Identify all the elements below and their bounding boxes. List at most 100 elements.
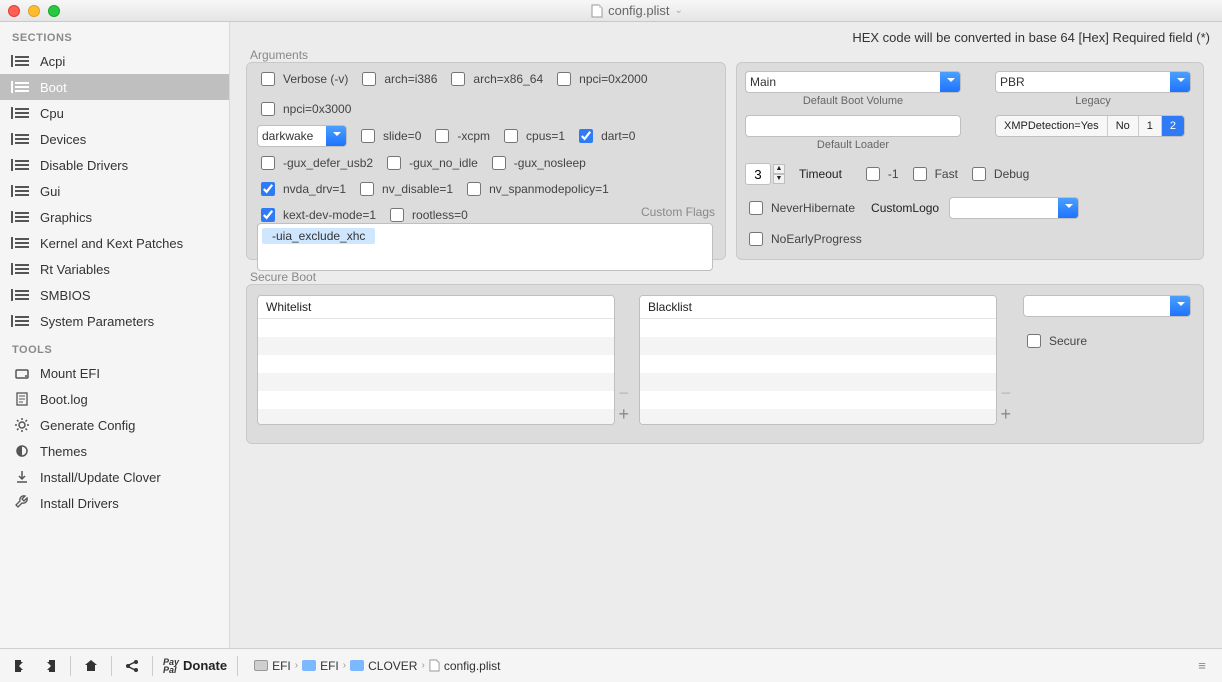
blacklist-box[interactable]: Blacklist <box>639 295 997 425</box>
xmp-segmented-control[interactable]: XMPDetection=YesNo12 <box>995 115 1185 137</box>
default-boot-volume-select[interactable]: Main <box>745 71 961 93</box>
fast-label: Fast <box>935 167 958 181</box>
-xcpm-checkbox[interactable] <box>435 129 449 143</box>
minimize-window-button[interactable] <box>28 5 40 17</box>
noearlyprogress-checkbox[interactable] <box>749 232 763 246</box>
arch-i386-checkbox[interactable] <box>362 72 376 86</box>
tool-item-install-drivers[interactable]: Install Drivers <box>0 490 229 516</box>
sidebar-item-rt-variables[interactable]: Rt Variables <box>0 256 229 282</box>
nv-disable-1-checkbox[interactable] <box>360 182 374 196</box>
arch-x86-64-checkbox[interactable] <box>451 72 465 86</box>
neverhibernate-label: NeverHibernate <box>771 201 855 215</box>
cpus-1-checkbox[interactable] <box>504 129 518 143</box>
tool-item-themes[interactable]: Themes <box>0 438 229 464</box>
stepper-up[interactable]: ▲ <box>773 164 785 174</box>
sidebar-item-devices[interactable]: Devices <box>0 126 229 152</box>
list-view-icon[interactable]: ≡ <box>1192 656 1212 676</box>
titlebar: config.plist ⌄ <box>0 0 1222 22</box>
-gux-no-idle-checkbox[interactable] <box>387 156 401 170</box>
stepper-down[interactable]: ▼ <box>773 174 785 184</box>
xmp-seg-0[interactable]: XMPDetection=Yes <box>996 116 1107 136</box>
sidebar-item-label: SMBIOS <box>40 288 91 303</box>
minus1-checkbox[interactable] <box>866 167 880 181</box>
verbose-v--label: Verbose (-v) <box>283 72 348 86</box>
close-window-button[interactable] <box>8 5 20 17</box>
list-icon <box>14 235 30 251</box>
custom-flag-tag[interactable]: -uia_exclude_xhc <box>262 228 375 244</box>
list-icon <box>14 313 30 329</box>
tool-label: Generate Config <box>40 418 135 433</box>
secure-boot-select[interactable] <box>1023 295 1191 317</box>
home-icon[interactable] <box>81 656 101 676</box>
sidebar-item-graphics[interactable]: Graphics <box>0 204 229 230</box>
arch-i386-label: arch=i386 <box>384 72 437 86</box>
default-loader-input[interactable] <box>745 115 961 137</box>
wrench-icon <box>14 495 30 511</box>
tool-item-mount-efi[interactable]: Mount EFI <box>0 360 229 386</box>
darkwake-select[interactable]: darkwake <box>257 125 347 147</box>
drive-icon <box>254 660 268 671</box>
timeout-stepper[interactable]: ▲▼ <box>745 163 785 185</box>
breadcrumb-2[interactable]: CLOVER <box>368 659 417 673</box>
-gux-nosleep-checkbox[interactable] <box>492 156 506 170</box>
npci-0x2000-checkbox[interactable] <box>557 72 571 86</box>
legacy-select[interactable]: PBR <box>995 71 1191 93</box>
zoom-window-button[interactable] <box>48 5 60 17</box>
fast-checkbox[interactable] <box>913 167 927 181</box>
verbose-v--checkbox[interactable] <box>261 72 275 86</box>
nvda-drv-1-checkbox[interactable] <box>261 182 275 196</box>
list-icon <box>14 157 30 173</box>
sidebar-item-smbios[interactable]: SMBIOS <box>0 282 229 308</box>
npci-0x3000-label: npci=0x3000 <box>283 102 351 116</box>
xmp-seg-2[interactable]: 1 <box>1138 116 1161 136</box>
whitelist-remove-button[interactable]: − <box>618 383 629 404</box>
sidebar-item-disable-drivers[interactable]: Disable Drivers <box>0 152 229 178</box>
kext-dev-mode-1-checkbox[interactable] <box>261 208 275 222</box>
share-icon[interactable] <box>122 656 142 676</box>
whitelist-box[interactable]: Whitelist <box>257 295 615 425</box>
breadcrumb-3[interactable]: config.plist <box>444 659 501 673</box>
tool-item-boot-log[interactable]: Boot.log <box>0 386 229 412</box>
folder-icon <box>350 660 364 671</box>
slide-0-checkbox[interactable] <box>361 129 375 143</box>
secure-boot-label: Secure Boot <box>250 270 316 284</box>
xmp-seg-3[interactable]: 2 <box>1161 116 1184 136</box>
title-dropdown-icon[interactable]: ⌄ <box>675 5 683 16</box>
breadcrumb-0[interactable]: EFI <box>272 659 291 673</box>
footer-bar: PayPal Donate EFI› EFI› CLOVER› config.p… <box>0 648 1222 682</box>
sidebar-item-kernel-and-kext-patches[interactable]: Kernel and Kext Patches <box>0 230 229 256</box>
rootless-0-checkbox[interactable] <box>390 208 404 222</box>
-gux-defer-usb2-checkbox[interactable] <box>261 156 275 170</box>
blacklist-header: Blacklist <box>640 296 996 319</box>
custom-flags-box[interactable]: -uia_exclude_xhc <box>257 223 713 271</box>
rootless-0-label: rootless=0 <box>412 208 468 222</box>
tool-item-generate-config[interactable]: Generate Config <box>0 412 229 438</box>
whitelist-add-button[interactable]: + <box>618 404 629 425</box>
sidebar-item-label: Acpi <box>40 54 65 69</box>
sidebar-item-gui[interactable]: Gui <box>0 178 229 204</box>
xmp-seg-1[interactable]: No <box>1107 116 1138 136</box>
log-icon <box>14 391 30 407</box>
timeout-value[interactable] <box>745 163 771 185</box>
tool-label: Mount EFI <box>40 366 100 381</box>
sidebar: SECTIONS AcpiBootCpuDevicesDisable Drive… <box>0 22 230 648</box>
breadcrumb-1[interactable]: EFI <box>320 659 339 673</box>
neverhibernate-checkbox[interactable] <box>749 201 763 215</box>
nv-spanmodepolicy-1-checkbox[interactable] <box>467 182 481 196</box>
dart-0-checkbox[interactable] <box>579 129 593 143</box>
donate-button[interactable]: PayPal Donate <box>163 658 227 674</box>
blacklist-remove-button[interactable]: − <box>1000 383 1011 404</box>
debug-checkbox[interactable] <box>972 167 986 181</box>
sidebar-item-cpu[interactable]: Cpu <box>0 100 229 126</box>
blacklist-add-button[interactable]: + <box>1000 404 1011 425</box>
sidebar-item-acpi[interactable]: Acpi <box>0 48 229 74</box>
export-icon[interactable] <box>10 656 30 676</box>
sidebar-item-boot[interactable]: Boot <box>0 74 229 100</box>
sidebar-item-system-parameters[interactable]: System Parameters <box>0 308 229 334</box>
tool-item-install-update-clover[interactable]: Install/Update Clover <box>0 464 229 490</box>
import-icon[interactable] <box>40 656 60 676</box>
timeout-label: Timeout <box>799 167 842 181</box>
customlogo-select[interactable] <box>949 197 1079 219</box>
secure-checkbox[interactable] <box>1027 334 1041 348</box>
npci-0x3000-checkbox[interactable] <box>261 102 275 116</box>
